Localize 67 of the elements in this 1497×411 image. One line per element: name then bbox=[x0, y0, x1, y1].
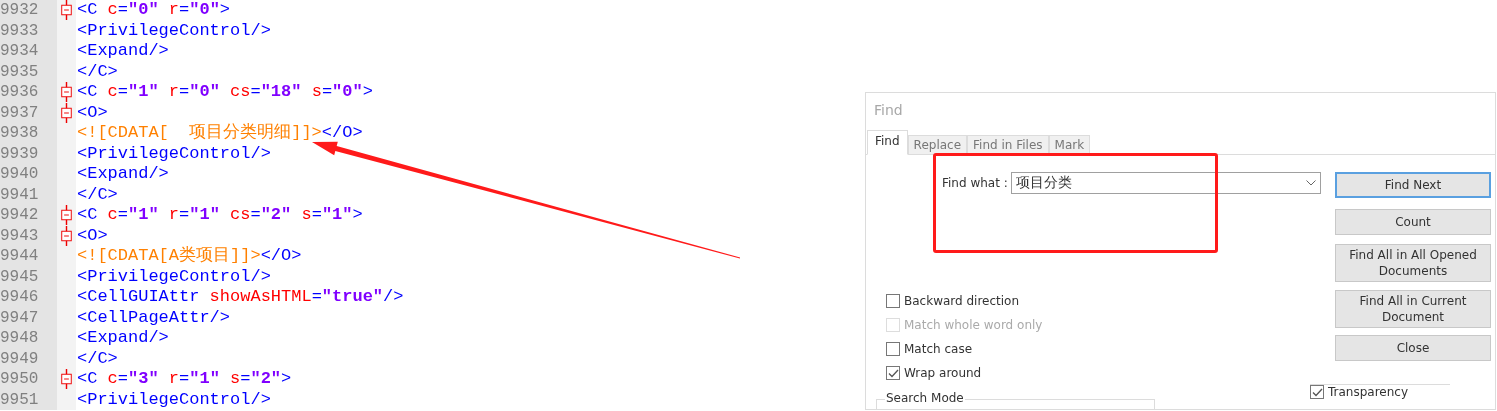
line-number: 9934 bbox=[0, 41, 57, 62]
checkbox[interactable] bbox=[1310, 385, 1324, 399]
line-number: 9947 bbox=[0, 307, 57, 328]
code-line: <PrivilegeControl/> bbox=[76, 389, 271, 410]
code-line: <C c="1" r="1" cs="2" s="1"> bbox=[76, 205, 363, 226]
line-number: 9944 bbox=[0, 246, 57, 267]
code-line: <C c="0" r="0"> bbox=[76, 0, 231, 21]
option-label: Match whole word only bbox=[904, 318, 1043, 332]
line-number: 9940 bbox=[0, 164, 57, 185]
find-what-label: Find what : bbox=[942, 176, 1008, 190]
fold-icon[interactable] bbox=[61, 205, 72, 226]
line-number: 9933 bbox=[0, 20, 57, 41]
code-line: <PrivilegeControl/> bbox=[76, 266, 271, 287]
line-number: 9938 bbox=[0, 123, 57, 144]
option-label: Match case bbox=[904, 342, 972, 356]
code-line: <C c="3" r="1" s="2"> bbox=[76, 369, 292, 390]
fold-icon[interactable] bbox=[61, 82, 72, 103]
code-line: </C> bbox=[76, 61, 118, 82]
transparency-label: Transparency bbox=[1328, 385, 1409, 399]
line-number: 9948 bbox=[0, 328, 57, 349]
code-line: </C> bbox=[76, 184, 118, 205]
line-number: 9935 bbox=[0, 61, 57, 82]
code-line: <![CDATA[ 项目分类明细]]></O> bbox=[76, 123, 363, 144]
tab[interactable]: Replace bbox=[907, 135, 968, 154]
line-number: 9936 bbox=[0, 82, 57, 103]
checkbox[interactable] bbox=[886, 366, 900, 380]
dialog-button[interactable]: Find Next bbox=[1335, 172, 1491, 198]
line-number: 9951 bbox=[0, 389, 57, 410]
checkbox[interactable] bbox=[886, 342, 900, 356]
code-line: <![CDATA[A类项目]]></O> bbox=[76, 246, 302, 267]
line-number: 9950 bbox=[0, 369, 57, 390]
code-line: <PrivilegeControl/> bbox=[76, 20, 271, 41]
line-number: 9939 bbox=[0, 143, 57, 164]
dialog-button[interactable]: Find All in All Opened Documents bbox=[1335, 244, 1491, 282]
line-number: 9945 bbox=[0, 266, 57, 287]
line-number: 9941 bbox=[0, 184, 57, 205]
code-line: <O> bbox=[76, 102, 108, 123]
line-number: 9937 bbox=[0, 102, 57, 123]
fold-icon[interactable] bbox=[61, 0, 72, 21]
code-line: <CellGUIAttr showAsHTML="true"/> bbox=[76, 287, 404, 308]
code-line: <Expand/> bbox=[76, 328, 169, 349]
option-label: Backward direction bbox=[904, 294, 1020, 308]
option-label: Wrap around bbox=[904, 366, 982, 380]
code-line: <Expand/> bbox=[76, 164, 169, 185]
line-number: 9932 bbox=[0, 0, 57, 21]
dialog-button[interactable]: Count bbox=[1335, 209, 1491, 235]
dialog-button[interactable]: Find All in Current Document bbox=[1335, 290, 1491, 328]
line-number: 9949 bbox=[0, 348, 57, 369]
chevron-down-icon[interactable] bbox=[1305, 180, 1316, 186]
fold-icon[interactable] bbox=[61, 369, 72, 390]
dialog-button[interactable]: Close bbox=[1335, 335, 1491, 361]
line-number: 9942 bbox=[0, 205, 57, 226]
line-number: 9943 bbox=[0, 225, 57, 246]
code-line: <CellPageAttr/> bbox=[76, 307, 231, 328]
tab[interactable]: Find bbox=[867, 130, 908, 155]
code-line: </C> bbox=[76, 348, 118, 369]
code-line: <PrivilegeControl/> bbox=[76, 143, 271, 164]
fold-icon[interactable] bbox=[61, 102, 72, 123]
code-line: <Expand/> bbox=[76, 41, 169, 62]
dialog-title: Find bbox=[873, 101, 904, 120]
group-label: Search Mode bbox=[885, 391, 965, 405]
fold-icon[interactable] bbox=[61, 225, 72, 246]
find-what-field[interactable]: 项目分类 bbox=[1010, 172, 1321, 194]
code-line: <C c="1" r="0" cs="18" s="0"> bbox=[76, 82, 373, 103]
checkbox[interactable] bbox=[886, 294, 900, 308]
code-line: <O> bbox=[76, 225, 108, 246]
line-number: 9946 bbox=[0, 287, 57, 308]
